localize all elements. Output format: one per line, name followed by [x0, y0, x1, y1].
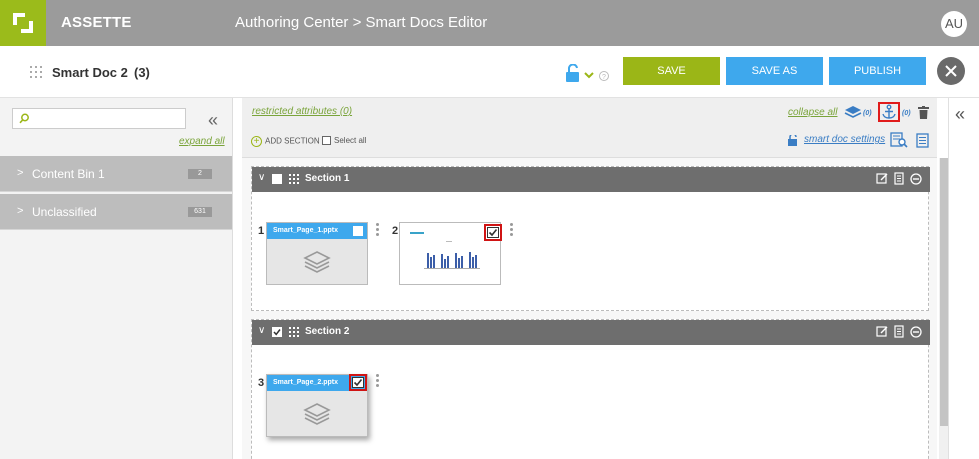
remove-section-icon: [910, 326, 922, 338]
assette-logo[interactable]: [0, 0, 46, 46]
add-section-label: ADD SECTION: [265, 136, 320, 146]
section-header[interactable]: ∨ Section 2: [252, 320, 930, 345]
notes-icon: [894, 172, 904, 185]
page-checkbox[interactable]: [353, 226, 363, 236]
editor-main: restricted attributes (0) + ADD SECTION S…: [242, 98, 937, 459]
close-button[interactable]: [937, 57, 965, 85]
content-bin-item[interactable]: > Unclassified 631: [0, 194, 232, 230]
page-file-name: Smart_Page_1.pptx: [273, 227, 338, 234]
search-input[interactable]: [35, 111, 181, 126]
document-title: Smart Doc 2: [52, 65, 128, 80]
add-section-button[interactable]: + ADD SECTION: [251, 136, 320, 147]
checked-checkbox-icon[interactable]: [352, 377, 364, 388]
select-all-checkbox[interactable]: Select all: [322, 136, 367, 146]
section-checkbox[interactable]: [272, 174, 282, 184]
bin-label: Unclassified: [32, 205, 97, 219]
select-all-label: Select all: [334, 136, 367, 145]
section: ∨ Section 2 3 Smart_Page_2.pptx: [251, 319, 930, 459]
layers-icon: [303, 251, 331, 273]
page-number: 1: [258, 225, 265, 237]
anchor-count: (0): [902, 110, 911, 117]
section-header[interactable]: ∨ Section 1: [252, 167, 930, 192]
breadcrumb: Authoring Center > Smart Docs Editor: [235, 14, 488, 31]
notes-icon: [894, 325, 904, 338]
section-title: Section 1: [305, 173, 350, 184]
bin-count-badge: 2: [188, 169, 212, 179]
checked-checkbox-icon[interactable]: [272, 327, 282, 337]
page-thumbnail[interactable]: Smart_Page_1.pptx: [266, 222, 368, 285]
publish-button[interactable]: PUBLISH: [829, 57, 926, 85]
logo-icon: [13, 13, 33, 33]
save-as-button[interactable]: SAVE AS: [726, 57, 823, 85]
save-button[interactable]: SAVE: [623, 57, 720, 85]
collapse-all-link[interactable]: collapse all: [788, 107, 837, 118]
brand-name: ASSETTE: [61, 14, 132, 31]
page-menu-icon[interactable]: [376, 374, 380, 389]
restricted-attributes-link[interactable]: restricted attributes (0): [252, 106, 352, 117]
search-icon: [19, 113, 29, 124]
close-icon: [945, 65, 957, 77]
checkbox[interactable]: [322, 136, 331, 146]
preview-search-icon[interactable]: [890, 132, 908, 148]
bin-label: Content Bin 1: [32, 167, 105, 181]
page-number: 2: [392, 225, 399, 237]
drag-grip-icon: [30, 66, 42, 78]
document-page-count: (3): [134, 65, 150, 80]
expand-all-link[interactable]: expand all: [179, 136, 225, 147]
chevron-down-icon[interactable]: ∨: [258, 325, 265, 336]
smart-doc-settings-link[interactable]: smart doc settings: [804, 134, 885, 145]
add-icon: +: [251, 136, 262, 147]
checked-checkbox-icon[interactable]: [487, 227, 499, 238]
remove-section-icon: [910, 173, 922, 185]
chevron-down-icon: [584, 72, 594, 79]
page-menu-icon[interactable]: [376, 223, 380, 238]
collapse-sidebar-icon[interactable]: «: [208, 110, 218, 131]
layers-count: (0): [863, 110, 872, 117]
svg-text:?: ?: [602, 74, 606, 81]
edit-icon: [876, 173, 888, 184]
section-title: Section 2: [305, 326, 350, 337]
sections-area: ∨ Section 1 1 Smart_Page_1.pptx 2 ∨ Sect…: [251, 166, 930, 459]
unlock-icon: [788, 135, 797, 146]
user-avatar[interactable]: AU: [941, 11, 967, 37]
unlock-icon: [566, 63, 579, 82]
bin-search[interactable]: [12, 108, 186, 129]
page-menu-icon[interactable]: [510, 223, 514, 238]
document-header: Smart Doc 2 (3) ? SAVE SAVE AS PUBLISH: [0, 46, 979, 98]
top-bar: ASSETTE Authoring Center > Smart Docs Ed…: [0, 0, 979, 46]
editor-toolbar: restricted attributes (0) + ADD SECTION S…: [242, 98, 937, 158]
drag-handle-icon[interactable]: [289, 327, 299, 337]
bin-count-badge: 631: [188, 207, 212, 217]
lock-status[interactable]: ?: [565, 63, 615, 84]
chevron-right-icon: >: [17, 167, 24, 179]
thumbnail-title-bar: Smart_Page_1.pptx: [267, 223, 367, 239]
chevron-right-icon: >: [17, 205, 24, 217]
expand-panel-icon[interactable]: «: [955, 104, 965, 125]
page-file-name: Smart_Page_2.pptx: [273, 379, 338, 386]
trash-icon[interactable]: [918, 106, 929, 119]
edit-icon: [876, 326, 888, 337]
chevron-down-icon[interactable]: ∨: [258, 172, 265, 183]
drag-handle-icon[interactable]: [289, 174, 299, 184]
right-panel: «: [948, 98, 979, 459]
content-bin-item[interactable]: > Content Bin 1 2: [0, 156, 232, 192]
document-icon[interactable]: [916, 133, 929, 148]
scrollbar-thumb[interactable]: [940, 158, 948, 426]
anchor-icon[interactable]: [881, 104, 897, 120]
layers-icon: [303, 403, 331, 425]
page-number: 3: [258, 377, 265, 389]
layers-icon[interactable]: [844, 105, 862, 119]
section: ∨ Section 1 1 Smart_Page_1.pptx 2: [251, 166, 930, 311]
content-bin-sidebar: « expand all > Content Bin 1 2 > Unclass…: [0, 98, 233, 459]
